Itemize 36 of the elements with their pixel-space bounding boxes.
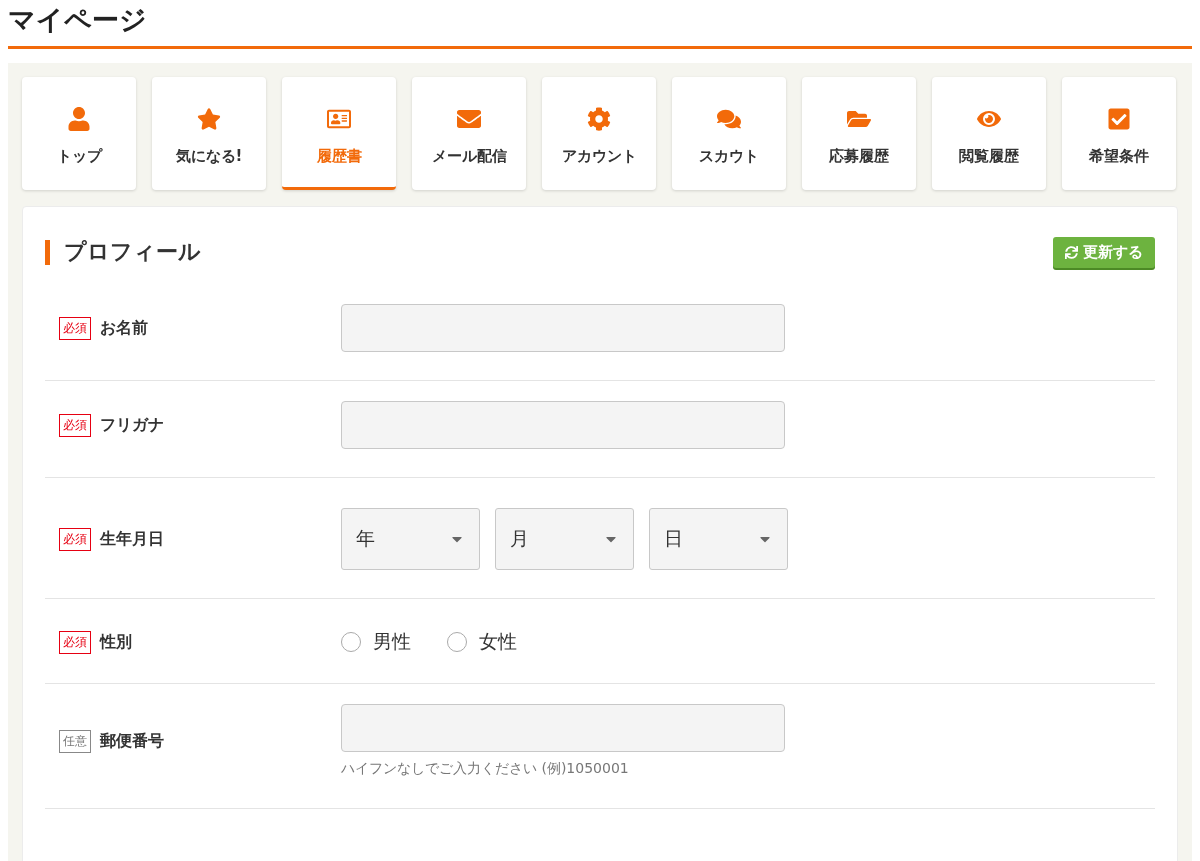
radio-label[interactable]: 男性 (373, 629, 411, 655)
checkbox-icon (1107, 106, 1131, 131)
field-label: 性別 (100, 631, 132, 653)
text-input-field[interactable] (341, 401, 785, 449)
field-label: フリガナ (100, 414, 164, 436)
nav-tab[interactable]: 閲覧履歴 (932, 77, 1046, 190)
nav-tab[interactable]: アカウント (542, 77, 656, 190)
section-title: プロフィール (45, 240, 201, 265)
text-input-field[interactable] (341, 704, 785, 752)
radio-label[interactable]: 女性 (479, 629, 517, 655)
requirement-tag: 必須 (59, 527, 91, 551)
text-input-field[interactable] (341, 304, 785, 352)
field-label: お名前 (100, 317, 148, 339)
radio-button[interactable] (341, 632, 361, 652)
gear-icon (587, 106, 611, 131)
person-icon (67, 106, 91, 131)
requirement-tag: 必須 (59, 413, 91, 437)
nav-tab[interactable]: 希望条件 (1062, 77, 1176, 190)
nav-tab[interactable]: 応募履歴 (802, 77, 916, 190)
input-hint: ハイフンなしでご入力ください (例)1050001 (341, 760, 630, 778)
page-title: マイページ (7, 3, 148, 37)
refresh-icon (1065, 246, 1078, 259)
nav-tab[interactable]: 気になる! (152, 77, 266, 190)
nav-tab[interactable]: トップ (22, 77, 136, 190)
requirement-tag: 必須 (59, 316, 91, 340)
field-label: 生年月日 (100, 528, 164, 550)
requirement-tag: 任意 (59, 729, 91, 753)
star-icon (197, 106, 221, 131)
dropdown-select[interactable]: 月 (495, 508, 634, 570)
nav-tab[interactable]: メール配信 (412, 77, 526, 190)
field-label: 郵便番号 (100, 730, 164, 752)
dropdown-select[interactable]: 日 (649, 508, 788, 570)
nav-tab[interactable]: スカウト (672, 77, 786, 190)
requirement-tag: 必須 (59, 630, 91, 654)
dropdown-select[interactable]: 年 (341, 508, 480, 570)
radio-button[interactable] (447, 632, 467, 652)
